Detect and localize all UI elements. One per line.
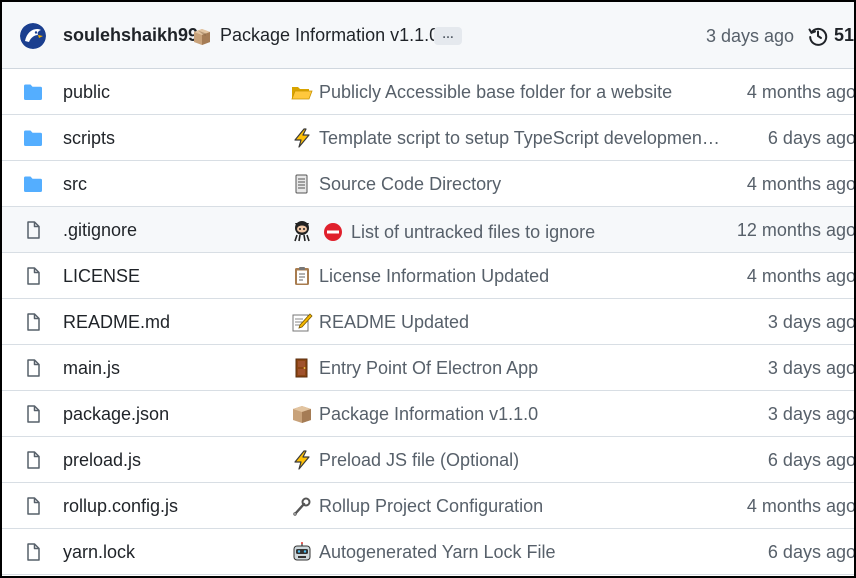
file-icon xyxy=(23,359,43,377)
file-icon xyxy=(23,405,43,423)
file-name-link[interactable]: .gitignore xyxy=(63,220,137,241)
file-name-link[interactable]: preload.js xyxy=(63,450,141,471)
file-name-link[interactable]: public xyxy=(63,82,110,103)
folder-icon xyxy=(23,129,43,147)
folder-icon xyxy=(23,175,43,193)
file-name-link[interactable]: README.md xyxy=(63,312,170,333)
door-icon xyxy=(291,358,313,378)
file-name-link[interactable]: scripts xyxy=(63,128,115,149)
commit-age[interactable]: 4 months ago xyxy=(747,82,854,103)
octocat-no-entry-icon xyxy=(291,220,345,242)
file-row[interactable]: package.json Package Information v1.1.0 3 … xyxy=(2,391,854,437)
commit-message-text: Package Information v1.1.0 xyxy=(319,404,539,424)
file-row[interactable]: rollup.config.js Rollup Project Configura… xyxy=(2,483,854,529)
commit-message-link[interactable]: Autogenerated Yarn Lock File xyxy=(291,542,556,563)
expand-commit-button[interactable]: … xyxy=(434,27,462,45)
commit-message-link[interactable]: License Information Updated xyxy=(291,266,549,287)
commit-author[interactable]: soulehshaikh99 xyxy=(63,25,198,46)
file-icon xyxy=(23,497,43,515)
folder-icon xyxy=(23,83,43,101)
file-row[interactable]: README.md README Updated 3 days ago xyxy=(2,299,854,345)
commit-message-link[interactable]: README Updated xyxy=(291,312,469,333)
file-icon xyxy=(23,451,43,469)
robot-icon xyxy=(291,542,313,562)
commit-message-link[interactable]: Template script to setup TypeScript deve… xyxy=(291,128,720,149)
commit-age[interactable]: 3 days ago xyxy=(768,358,854,379)
commit-age[interactable]: 3 days ago xyxy=(768,404,854,425)
file-icon xyxy=(23,267,43,285)
latest-commit-bar: soulehshaikh99 Package Information v1.1.… xyxy=(2,2,854,69)
commit-age[interactable]: 3 days ago xyxy=(768,312,854,333)
commit-message-text: List of untracked files to ignore xyxy=(351,222,596,242)
file-icon xyxy=(23,221,43,239)
commit-message-text: Entry Point Of Electron App xyxy=(319,358,539,378)
zap-icon xyxy=(291,450,313,470)
memo-icon xyxy=(291,312,313,332)
file-name-link[interactable]: yarn.lock xyxy=(63,542,135,563)
commit-message-text: Template script to setup TypeScript deve… xyxy=(319,128,720,148)
commit-age[interactable]: 6 days ago xyxy=(768,450,854,471)
file-row[interactable]: main.js Entry Point Of Electron App 3 days… xyxy=(2,345,854,391)
commit-age[interactable]: 6 days ago xyxy=(768,128,854,149)
file-row[interactable]: preload.js Preload JS file (Optional) 6 da… xyxy=(2,437,854,483)
file-name-link[interactable]: main.js xyxy=(63,358,120,379)
avatar[interactable] xyxy=(20,23,46,49)
open-folder-icon xyxy=(291,82,313,102)
commit-time[interactable]: 3 days ago xyxy=(706,26,794,47)
file-icon xyxy=(23,313,43,331)
file-name-link[interactable]: LICENSE xyxy=(63,266,140,287)
file-name-link[interactable]: src xyxy=(63,174,87,195)
commit-age[interactable]: 4 months ago xyxy=(747,496,854,517)
file-name-link[interactable]: package.json xyxy=(63,404,169,425)
package-icon xyxy=(192,27,212,47)
commit-message-link[interactable]: Publicly Accessible base folder for a we… xyxy=(291,82,672,103)
file-row[interactable]: LICENSE License Information Updated 4 mont… xyxy=(2,253,854,299)
commit-message-link[interactable]: Preload JS file (Optional) xyxy=(291,450,519,471)
commit-message-link[interactable]: Source Code Directory xyxy=(291,174,501,195)
file-row[interactable]: public Publicly Accessible base folder fo… xyxy=(2,69,854,115)
clipboard-icon xyxy=(291,266,313,286)
commit-message-link[interactable]: Package Information v1.1.0 xyxy=(291,404,538,425)
file-list: public Publicly Accessible base folder fo… xyxy=(2,69,854,575)
commit-count[interactable]: 51 xyxy=(834,25,854,46)
commit-message[interactable]: Package Information v1.1.0 xyxy=(220,25,439,46)
file-row[interactable]: .gitignore List of untracked files to ign… xyxy=(2,207,854,253)
commit-age[interactable]: 4 months ago xyxy=(747,266,854,287)
commit-message-text: Source Code Directory xyxy=(319,174,502,194)
commit-message-text: Rollup Project Configuration xyxy=(319,496,544,516)
file-row[interactable]: scripts Template script to setup TypeScri… xyxy=(2,115,854,161)
commit-age[interactable]: 12 months ago xyxy=(737,220,854,241)
file-row[interactable]: src Source Code Directory 4 months ago xyxy=(2,161,854,207)
file-icon xyxy=(23,543,43,561)
commit-message-text: Autogenerated Yarn Lock File xyxy=(319,542,556,562)
commit-age[interactable]: 6 days ago xyxy=(768,542,854,563)
commit-age[interactable]: 4 months ago xyxy=(747,174,854,195)
package-icon xyxy=(291,404,313,424)
zap-icon xyxy=(291,128,313,148)
commit-message-text: Preload JS file (Optional) xyxy=(319,450,520,470)
history-icon[interactable] xyxy=(808,26,828,46)
commit-message-text: Publicly Accessible base folder for a we… xyxy=(319,82,673,102)
commit-message-link[interactable]: Entry Point Of Electron App xyxy=(291,358,538,379)
commit-message-text: README Updated xyxy=(319,312,470,332)
card-index-icon xyxy=(291,174,313,194)
file-row[interactable]: yarn.lock Autogenerated Yarn Lock File 6 d… xyxy=(2,529,854,575)
commit-message-link[interactable]: Rollup Project Configuration xyxy=(291,496,543,517)
commit-message-link[interactable]: List of untracked files to ignore xyxy=(291,220,595,243)
wrench-icon xyxy=(291,496,313,516)
file-browser: soulehshaikh99 Package Information v1.1.… xyxy=(0,0,856,578)
file-name-link[interactable]: rollup.config.js xyxy=(63,496,178,517)
commit-message-text: License Information Updated xyxy=(319,266,550,286)
